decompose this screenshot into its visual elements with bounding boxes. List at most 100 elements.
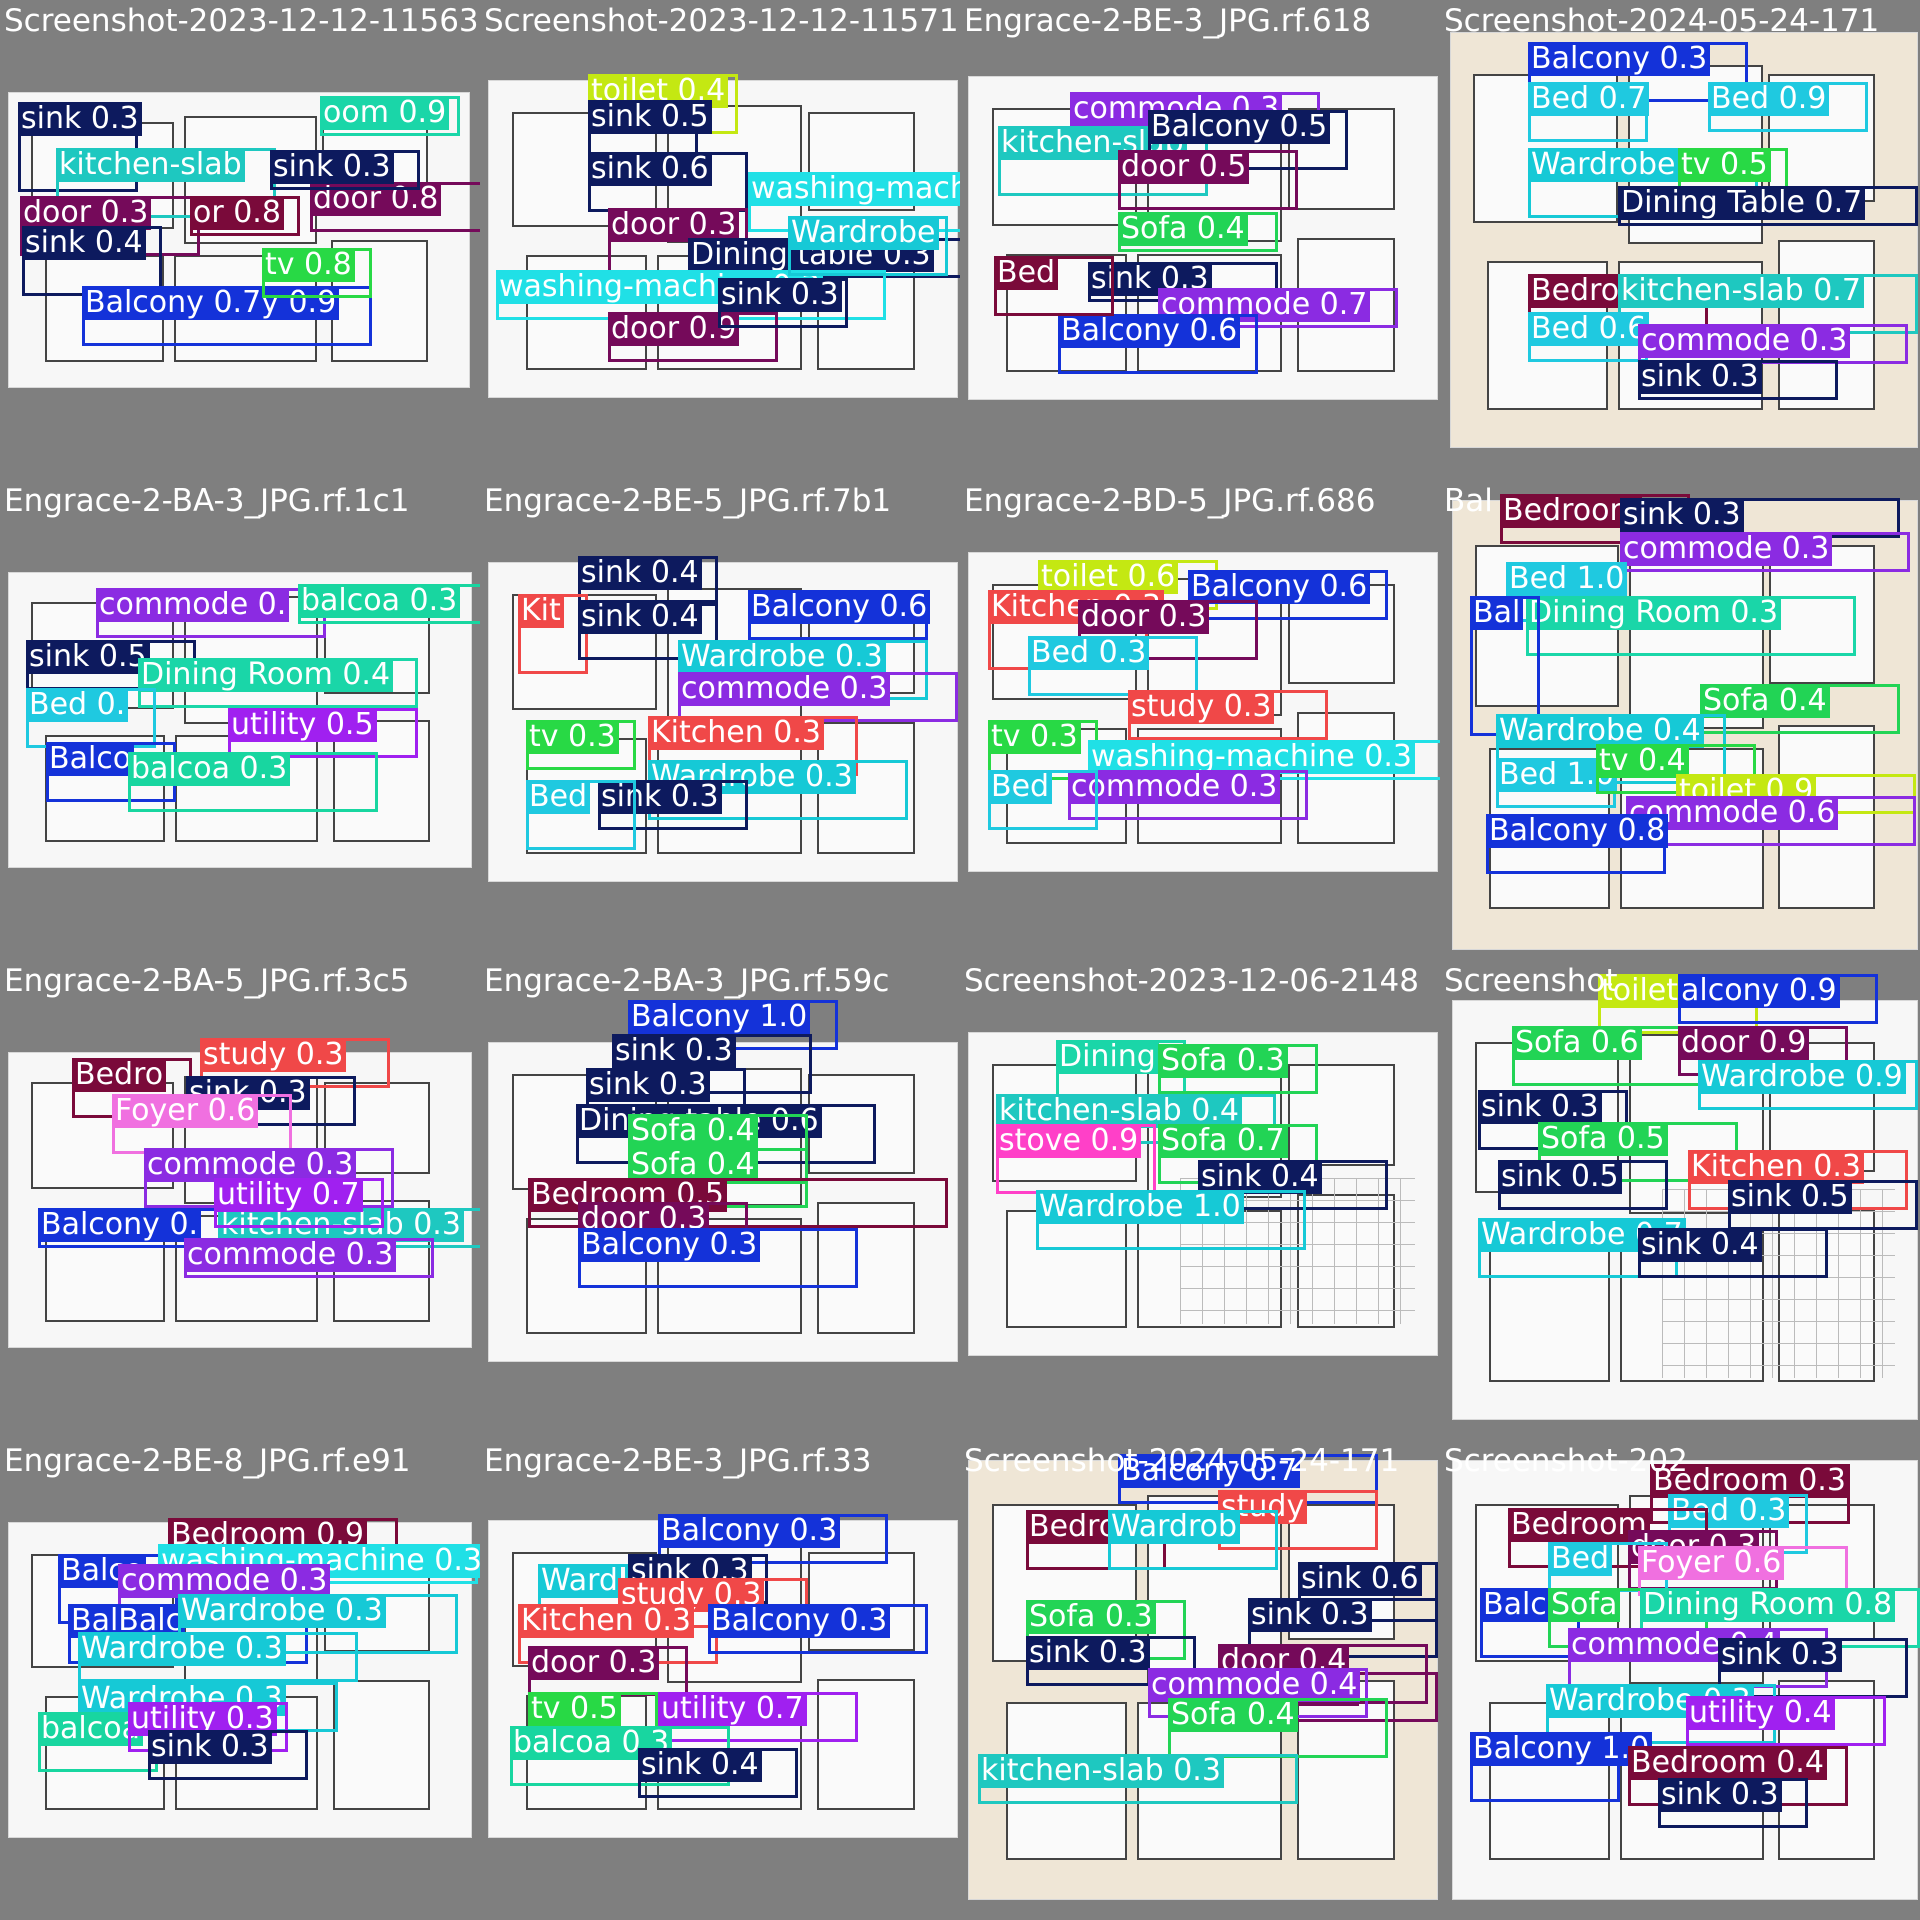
detection-label: commode 0. [96,588,290,622]
detection-label: Bed 0.9 [1708,82,1830,116]
detection-label: tv 0.8 [262,248,355,282]
detection-label: door 0.3 [528,1646,660,1680]
detection-label: sink 0.5 [588,100,712,134]
detection-tile: Dining Sofa 0.3 kitchen-slab 0.4 stove 0.9 S… [960,960,1440,1440]
detection-label: Dining Room 0.3 [1526,596,1782,630]
detection-tile: sink 0.3 kitchen-slab door 0.3 or 0.8 sink 0… [0,0,480,480]
tile-filename: Engrace-2-BA-3_JPG.rf.1c1 [4,483,410,519]
detection-label: Balcony 0.6 [1188,570,1371,604]
detection-tile: Balcony 0.3 Ward sink 0.3 study 0.3 Kitchen … [480,1440,960,1920]
detection-label: sink 0.5 [1498,1160,1622,1194]
detection-label: commode 0.3 [1638,324,1851,358]
detection-label: Sofa 0.3 [1026,1600,1156,1634]
detection-label: commode 0.3 [678,672,891,706]
detection-label: study 0.3 [1128,690,1275,724]
detection-label: Balc [1480,1588,1550,1622]
detection-label: kitchen-slab [56,148,245,182]
detection-label: washing-mach [748,172,960,206]
detection-label: commode 0.3 [1620,532,1833,566]
detection-label: Bedroom 0.4 [1628,1746,1827,1780]
detection-label: commode 0.3 [184,1238,397,1272]
detection-tile: sink 0.4 Kit sink 0.4 Balcony 0.6 Wardrobe 0… [480,480,960,960]
tile-filename: Screenshot-2023-12-12-115718_png.rf.50 [484,3,960,39]
detection-label: study 0.3 [200,1038,347,1072]
detection-label: tv 0.5 [1678,148,1771,182]
tile-filename: Engrace-2-BA-5_JPG.rf.3c5 [4,963,410,999]
detection-tile: study 0.3 Bedro sink 0.3 Foyer 0.6 commode 0… [0,960,480,1440]
tile-filename: Engrace-2-BE-8_JPG.rf.e91 [4,1443,411,1479]
detection-label: sink 0.3 [1658,1778,1782,1812]
detection-label: door 0.9 [1678,1026,1810,1060]
detection-label: Bed 1.0 [1506,562,1628,596]
detection-label: Bedro [72,1058,167,1092]
detection-label: Sofa [1548,1588,1621,1622]
detection-label: sink 0.5 [26,640,150,674]
detection-label: Sofa 0.5 [1538,1122,1668,1156]
detection-label: Dining [1056,1040,1159,1074]
detection-label: door 0.5 [1118,150,1250,184]
detection-label: Balcony 0.3 [578,1228,761,1262]
detection-label: Sofa 0.7 [1158,1124,1288,1158]
detection-label: sink 0.3 [148,1730,272,1764]
detection-label: Bed 0.6 [1528,312,1650,346]
detection-label: balcoa 0.3 [298,584,461,618]
detection-label: sink 0.3 [1620,498,1744,532]
detection-label: Wardrobe [788,216,939,250]
detection-label: sink 0.3 [1638,360,1762,394]
tile-filename: Engrace-2-BE-3_JPG.rf.618 [964,3,1372,39]
detection-label: sink 0.6 [588,152,712,186]
detection-label: sink 0.4 [638,1748,762,1782]
detection-label: utility 0.7 [658,1692,807,1726]
detection-label: Wardrob [1108,1510,1241,1544]
detection-label: door 0.3 [1078,600,1210,634]
plan-room [332,1680,430,1811]
tile-filename: Engrace-2-BE-3_JPG.rf.33 [484,1443,872,1479]
detection-label: Balcony 1.0 [1470,1732,1653,1766]
detection-label: Wardrobe 0.3 [678,640,886,674]
tile-filename: Screenshot-2024-05-24-171 [964,1443,1400,1479]
detection-tile: Bedroom sink 0.3 commode 0.3 Bed 1.0 Dining … [1440,480,1920,960]
detection-tile: Balcony 0.3 Bed 0.7 Bed 0.9 Wardrobe 0. tv 0… [1440,0,1920,480]
detection-label: Bedro [1528,274,1623,308]
detection-label: tv 0.5 [528,1692,621,1726]
detection-tile: Balcony 0.7 study Bedro Wardrob sink 0.6 Sofa… [960,1440,1440,1920]
detection-label: Balcony 0.3 [658,1514,841,1548]
detection-label: sink 0.3 [718,278,842,312]
tile-filename: Screenshot-2023-12-12-115635_png.rf.2 [4,3,480,39]
detection-label: Balcony 0.8 [1486,814,1669,848]
detection-label: Sofa 0.4 [1118,212,1248,246]
detection-label: Balco [46,742,135,776]
detection-label: sink 0.3 [18,102,142,136]
detection-label: Bed 0.7 [1528,82,1650,116]
detection-label: Kitchen 0.3 [648,716,824,750]
detection-label: Sofa 0.4 [628,1114,758,1148]
detection-label: sink 0.3 [270,150,394,184]
tile-filename: Screenshot-2024-05-24-171 [1444,3,1880,39]
detection-label: Bedro [1026,1510,1121,1544]
tile-filename: Screenshot-202 [1444,1443,1688,1479]
detection-label: balcoa 0.3 [128,752,291,786]
detection-label: Ward [538,1564,621,1598]
detection-label: sink 0.3 [1026,1636,1150,1670]
detection-label: Dining Room 0.8 [1640,1588,1896,1622]
detection-label: sink 0.4 [22,226,146,260]
detection-label: sink 0.3 [1478,1090,1602,1124]
detection-label: kitchen-slab 0.7 [1618,274,1864,308]
detection-tile: Balcony 1.0sink 0.3sink 0.3Dining table … [480,960,960,1440]
detection-label: sink 0.4 [578,556,702,590]
detection-label: Sofa 0.6 [1512,1026,1642,1060]
detection-label: sink 0.4 [578,600,702,634]
detection-label: utility 0.4 [1686,1696,1835,1730]
detection-label: Bed [1548,1542,1613,1576]
detection-label: sink 0.3 [586,1068,710,1102]
detection-label: stove 0.9 [996,1124,1142,1158]
detection-label: Sofa 0.4 [1168,1698,1298,1732]
tile-filename: Bal [1444,483,1493,519]
detection-label: alcony 0.9 [1678,974,1840,1008]
detection-label: Balcony 0.3 [1528,42,1711,76]
detection-label: Balcony 0.3 [708,1604,891,1638]
tile-filename: Engrace-2-BA-3_JPG.rf.59c [484,963,890,999]
detection-label: utility 0.7 [214,1178,363,1212]
detection-label: sink 0.4 [1638,1228,1762,1262]
detection-label: Bed 0.3 [1028,636,1150,670]
